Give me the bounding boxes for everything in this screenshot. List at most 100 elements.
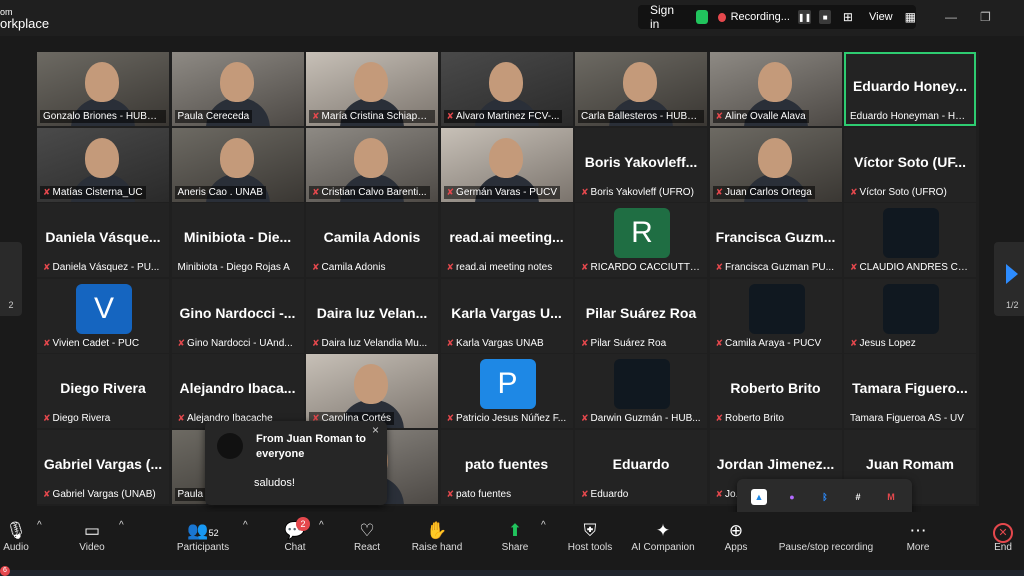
- participant-name-label: Eduardo Honeyman - HU...: [847, 110, 973, 123]
- audio-options-caret[interactable]: ^: [37, 520, 42, 531]
- pause-recording-icon[interactable]: ❚❚: [797, 10, 812, 24]
- participant-tile[interactable]: Diego Rivera ✘ Diego Rivera: [37, 354, 169, 428]
- participant-tile[interactable]: ✘ Cristian Calvo Barenti...: [306, 127, 438, 202]
- participant-tile[interactable]: Gino Nardocci -... ✘ Gino Nardocci - UAnd.…: [171, 278, 304, 353]
- participant-tile[interactable]: pato fuentes ✘ pato fuentes: [440, 429, 573, 504]
- app-icon[interactable]: ●: [784, 489, 800, 505]
- participant-tile[interactable]: Roberto Brito ✘ Roberto Brito: [709, 354, 842, 428]
- view-grid-icon[interactable]: ▦: [905, 10, 916, 24]
- chat-button[interactable]: 💬 2 Chat: [280, 517, 310, 553]
- bluetooth-icon[interactable]: ᛒ: [817, 489, 833, 505]
- participant-name: Carla Ballesteros - HUBTEC: [581, 111, 704, 122]
- gallery-grid-icon[interactable]: ⊞: [843, 10, 853, 24]
- participant-tile[interactable]: Karla Vargas U... ✘ Karla Vargas UNAB: [440, 278, 573, 353]
- participant-tile[interactable]: Aneris Cao . UNAB: [171, 127, 304, 202]
- participant-tile[interactable]: Víctor Soto (UF... ✘ Víctor Soto (UFRO): [844, 127, 976, 202]
- participant-name-label: ✘ Juan Carlos Ortega: [712, 185, 815, 199]
- participant-name: read.ai meeting notes: [456, 262, 553, 273]
- participant-tile[interactable]: ✘ Camila Araya - PUCV: [709, 278, 842, 353]
- video-button[interactable]: ▭ Video: [72, 520, 112, 553]
- taskbar-badge: 6: [0, 566, 10, 576]
- host-tools-button[interactable]: ⛨ Host tools: [564, 520, 616, 553]
- video-options-caret[interactable]: ^: [119, 520, 124, 531]
- pause-recording-button[interactable]: ​Pause/stop recording: [776, 520, 876, 553]
- participant-name-label: ✘ Pilar Suárez Roa: [578, 337, 669, 350]
- participants-options-caret[interactable]: ^: [243, 520, 248, 531]
- participant-avatar: [883, 208, 939, 258]
- app-title: om orkplace: [0, 7, 50, 31]
- participant-tile[interactable]: Minibiota - Die... Minibiota - Diego Roja…: [171, 203, 304, 277]
- react-button[interactable]: ♡ React: [350, 520, 384, 553]
- participant-tile[interactable]: ✘ Darwin Guzmán - HUB...: [575, 354, 707, 428]
- encryption-shield-icon[interactable]: [696, 10, 709, 24]
- participant-name-label: ✘ Alvaro Martinez FCV-...: [443, 110, 563, 123]
- chat-notification-message: saludos!: [254, 477, 295, 489]
- participant-tile[interactable]: P ✘ Patricio Jesus Núñez F...: [440, 354, 573, 428]
- google-drive-icon[interactable]: ▲: [751, 489, 767, 505]
- participant-tile[interactable]: Camila Adonis ✘ Camila Adonis: [306, 203, 438, 277]
- participant-tile[interactable]: ✘ Juan Carlos Ortega: [709, 127, 842, 202]
- gmail-icon[interactable]: M: [883, 489, 899, 505]
- recording-label: Recording...: [730, 11, 790, 23]
- muted-mic-icon: ✘: [715, 413, 724, 423]
- participant-name-label: ✘ Roberto Brito: [713, 412, 787, 425]
- stop-recording-icon[interactable]: ■: [819, 10, 831, 24]
- chat-notification-title: From Juan Roman to everyone: [256, 433, 367, 460]
- muted-mic-icon: ✘: [312, 337, 320, 348]
- participant-tile[interactable]: Eduardo ✘ Eduardo: [575, 429, 707, 504]
- view-button[interactable]: View: [869, 11, 893, 23]
- participant-tile[interactable]: Eduardo Honey... Eduardo Honeyman - HU...: [844, 52, 976, 126]
- participant-name-label: ✘ Jesus Lopez: [847, 337, 919, 350]
- participant-tile[interactable]: V ✘ Vivien Cadet - PUC: [37, 278, 169, 353]
- participant-tile[interactable]: ✘ Matías Cisterna_UC: [37, 127, 169, 202]
- ai-companion-button[interactable]: ✦ AI Companion: [628, 520, 698, 553]
- participant-tile[interactable]: Daniela Vásque... ✘ Daniela Vásquez - PU..…: [37, 203, 169, 277]
- chat-options-caret[interactable]: ^: [319, 520, 324, 531]
- participants-button[interactable]: 👥52 Participants: [172, 520, 234, 553]
- participant-tile[interactable]: Daira luz Velan... ✘ Daira luz Velandia Mu…: [306, 278, 438, 353]
- more-button[interactable]: ⋯ More: [904, 520, 932, 553]
- end-button[interactable]: ✕ End: [990, 520, 1016, 553]
- participant-tile[interactable]: Gonzalo Briones - HUBTEC: [37, 52, 169, 126]
- participant-tile[interactable]: ✘ Carolina Cortés: [306, 354, 438, 428]
- participant-tile[interactable]: read.ai meeting... ✘ read.ai meeting notes: [440, 203, 573, 277]
- participant-tile[interactable]: Paula Cereceda: [171, 52, 304, 126]
- close-icon[interactable]: ×: [372, 423, 379, 437]
- participant-tile[interactable]: ✘ Jesus Lopez: [844, 278, 976, 353]
- participant-name-label: ✘ Daniela Vásquez - PU...: [40, 261, 162, 274]
- previous-page-button[interactable]: 2: [0, 242, 22, 316]
- participant-tile[interactable]: Boris Yakovleff... ✘ Boris Yakovleff (UFRO…: [575, 127, 707, 202]
- participant-name-label: ✘ Gabriel Vargas (UNAB): [40, 488, 159, 501]
- muted-mic-icon: ✘: [715, 337, 724, 348]
- microphone-icon: 🎙: [5, 521, 27, 540]
- participant-tile[interactable]: R ✘ RICARDO CACCIUTTOLO: [575, 203, 707, 277]
- participant-tile[interactable]: Francisca Guzm... ✘ Francisca Guzman PU...: [709, 203, 842, 277]
- slack-icon[interactable]: #: [850, 489, 866, 505]
- raise-hand-button[interactable]: ✋ Raise hand: [408, 520, 466, 553]
- participant-tile[interactable]: Pilar Suárez Roa ✘ Pilar Suárez Roa: [575, 278, 707, 353]
- participant-tile[interactable]: ✘ María Cristina Schiappa...: [306, 52, 438, 126]
- participant-name-label: ✘ Francisca Guzman PU...: [713, 261, 837, 274]
- next-page-button[interactable]: 1/2: [994, 242, 1024, 316]
- share-button[interactable]: ⬆ Share: [499, 520, 531, 553]
- participant-name: Diego Rivera: [52, 413, 111, 424]
- audio-button[interactable]: 🎙 Audio: [2, 520, 30, 553]
- restore-icon[interactable]: ❐: [980, 10, 991, 24]
- participant-tile[interactable]: Alejandro Ibaca... ✘ Alejandro Ibacache: [171, 354, 304, 428]
- chat-notification[interactable]: From Juan Roman to everyone saludos! ×: [205, 421, 387, 505]
- participant-tile[interactable]: ✘ CLAUDIO ANDRES CO...: [844, 203, 976, 277]
- participant-name: Daniela Vásquez - PU...: [52, 262, 160, 273]
- participant-tile[interactable]: Tamara Figuero... Tamara Figueroa AS - UV: [844, 354, 976, 428]
- close-icon: ✕: [993, 523, 1013, 543]
- participant-name-label: ✘ Daira luz Velandia Mu...: [309, 337, 430, 350]
- participant-tile[interactable]: Gabriel Vargas (... ✘ Gabriel Vargas (UNAB…: [37, 429, 169, 504]
- participant-tile[interactable]: ✘ Alvaro Martinez FCV-...: [440, 52, 573, 126]
- participant-tile[interactable]: ✘ Germán Varas - PUCV: [440, 127, 573, 202]
- signin-button[interactable]: Sign in: [650, 3, 680, 31]
- participant-tile[interactable]: Carla Ballesteros - HUBTEC: [575, 52, 707, 126]
- participant-tile[interactable]: ✘ Aline Ovalle Alava: [709, 52, 842, 126]
- minimize-icon[interactable]: —: [945, 10, 957, 24]
- share-options-caret[interactable]: ^: [541, 520, 546, 531]
- participant-display-name: Eduardo Honey...: [852, 78, 968, 94]
- apps-button[interactable]: ⊕ Apps: [722, 520, 750, 553]
